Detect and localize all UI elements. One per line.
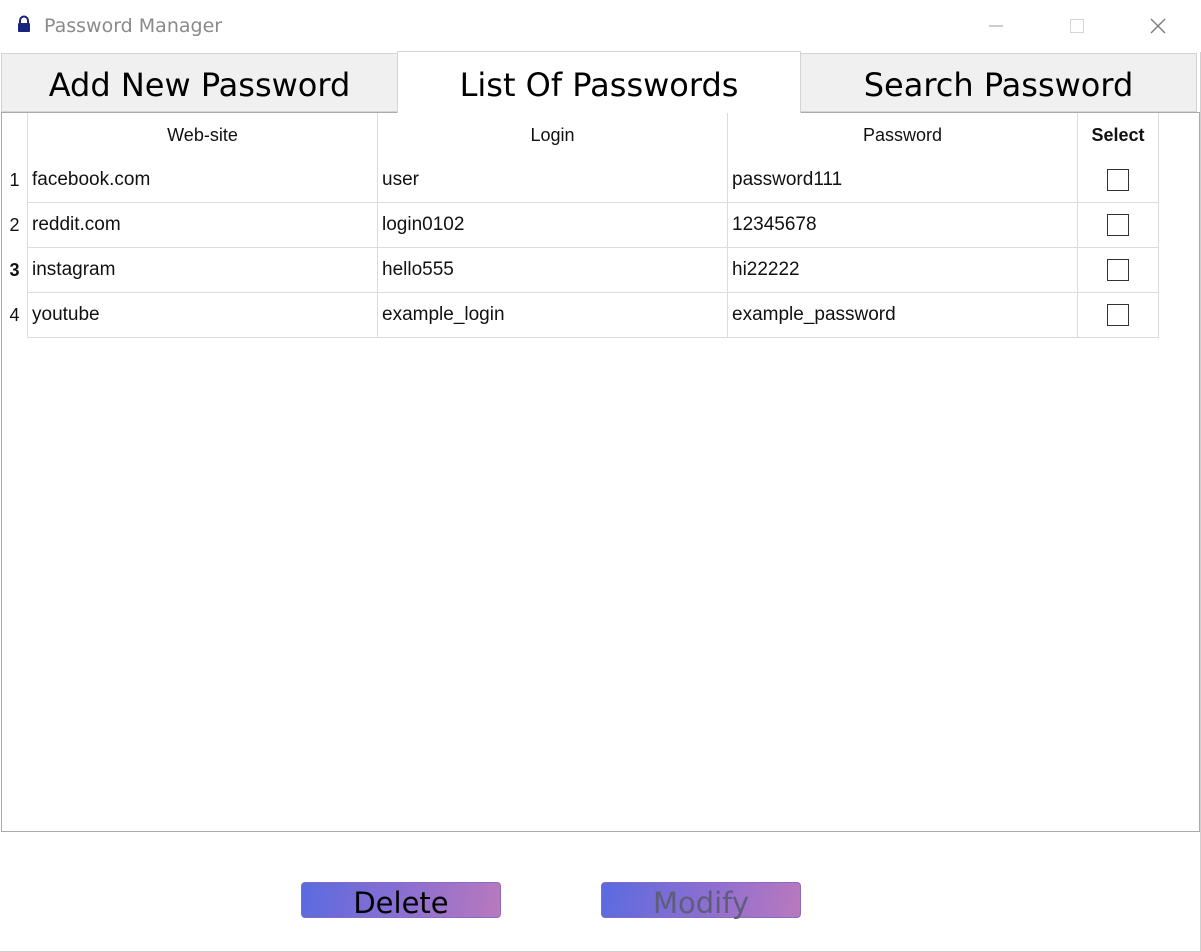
cell-login[interactable]: hello555 <box>378 248 728 293</box>
tab-label: Add New Password <box>48 65 351 104</box>
maximize-icon <box>1070 19 1084 33</box>
delete-button-label: Delete <box>353 885 449 920</box>
close-button[interactable] <box>1118 0 1198 52</box>
select-checkbox[interactable] <box>1107 304 1129 326</box>
cell-login[interactable]: user <box>378 158 728 203</box>
lock-icon <box>15 15 33 33</box>
column-header-password[interactable]: Password <box>728 113 1078 158</box>
tab-search-password[interactable]: Search Password <box>800 53 1197 112</box>
cell-password[interactable]: example_password <box>728 293 1078 338</box>
column-header-login[interactable]: Login <box>378 113 728 158</box>
column-header-website[interactable]: Web-site <box>28 113 378 158</box>
cell-website[interactable]: instagram <box>28 248 378 293</box>
tab-label: List Of Passwords <box>459 65 739 104</box>
passwords-table-pane: Web-site Login Password Select 1 faceboo… <box>1 112 1200 832</box>
cell-password[interactable]: hi22222 <box>728 248 1078 293</box>
table-row: 1 facebook.com user password111 <box>2 158 1159 203</box>
minimize-icon <box>989 25 1003 27</box>
table-row: 2 reddit.com login0102 12345678 <box>2 203 1159 248</box>
row-number[interactable]: 1 <box>2 158 28 203</box>
select-checkbox[interactable] <box>1107 214 1129 236</box>
cell-select <box>1078 203 1159 248</box>
row-number[interactable]: 4 <box>2 293 28 338</box>
title-bar[interactable]: Password Manager <box>0 0 1201 52</box>
cell-select <box>1078 293 1159 338</box>
tab-label: Search Password <box>863 65 1134 104</box>
select-checkbox[interactable] <box>1107 259 1129 281</box>
cell-login[interactable]: login0102 <box>378 203 728 248</box>
cell-website[interactable]: reddit.com <box>28 203 378 248</box>
window-title: Password Manager <box>44 15 223 37</box>
select-checkbox[interactable] <box>1107 169 1129 191</box>
maximize-button[interactable] <box>1037 0 1117 52</box>
column-header-select[interactable]: Select <box>1078 113 1159 158</box>
cell-website[interactable]: youtube <box>28 293 378 338</box>
cell-password[interactable]: 12345678 <box>728 203 1078 248</box>
modify-button[interactable]: Modify <box>601 882 801 920</box>
row-number[interactable]: 3 <box>2 248 28 293</box>
cell-login[interactable]: example_login <box>378 293 728 338</box>
close-icon <box>1150 18 1166 34</box>
tab-add-new-password[interactable]: Add New Password <box>1 53 398 112</box>
table-corner[interactable] <box>2 113 28 158</box>
minimize-button[interactable] <box>956 0 1036 52</box>
cell-website[interactable]: facebook.com <box>28 158 378 203</box>
table-row: 3 instagram hello555 hi22222 <box>2 248 1159 293</box>
tab-bar: Add New Password List Of Passwords Searc… <box>0 51 1201 113</box>
row-number[interactable]: 2 <box>2 203 28 248</box>
app-window: Password Manager Add New Password List O… <box>0 0 1201 952</box>
cell-select <box>1078 158 1159 203</box>
modify-button-label: Modify <box>652 885 750 920</box>
cell-select <box>1078 248 1159 293</box>
delete-button[interactable]: Delete <box>301 882 501 920</box>
cell-password[interactable]: password111 <box>728 158 1078 203</box>
tab-list-of-passwords[interactable]: List Of Passwords <box>397 51 801 113</box>
table-row: 4 youtube example_login example_password <box>2 293 1159 338</box>
